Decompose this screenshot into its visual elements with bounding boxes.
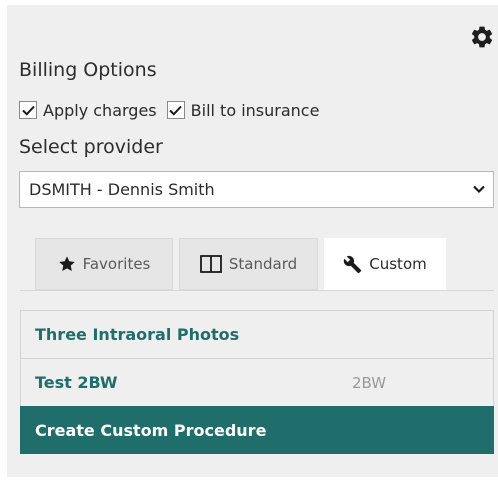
gear-icon[interactable] (469, 24, 495, 50)
tab-standard[interactable]: Standard (179, 238, 318, 290)
tab-divider (20, 290, 494, 291)
provider-selected-value: DSMITH - Dennis Smith (29, 180, 215, 199)
wrench-icon (344, 255, 362, 273)
select-provider-title: Select provider (19, 136, 163, 158)
list-item[interactable]: Test 2BW 2BW (20, 358, 494, 406)
procedure-tabs: Favorites Standard Custom (35, 238, 446, 290)
chevron-down-icon (473, 185, 485, 194)
bill-to-insurance-label[interactable]: Bill to insurance (191, 101, 320, 120)
tab-custom-label: Custom (369, 255, 427, 273)
bill-to-insurance-checkbox[interactable] (166, 101, 185, 119)
tab-standard-label: Standard (228, 255, 298, 273)
procedure-name: Three Intraoral Photos (35, 325, 240, 344)
billing-checkboxes: Apply charges Bill to insurance (19, 98, 329, 122)
billing-panel: Billing Options Apply charges Bill to in… (7, 5, 498, 477)
create-custom-procedure-label: Create Custom Procedure (35, 420, 267, 440)
provider-select[interactable]: DSMITH - Dennis Smith (19, 171, 494, 208)
tab-favorites[interactable]: Favorites (35, 238, 173, 290)
procedure-name: Test 2BW (35, 373, 118, 392)
checkmark-icon (21, 105, 35, 116)
tab-custom[interactable]: Custom (324, 238, 446, 290)
create-custom-procedure-button[interactable]: Create Custom Procedure (20, 406, 494, 454)
book-icon (199, 255, 222, 273)
procedure-code: 2BW (352, 373, 387, 392)
billing-options-title: Billing Options (19, 59, 157, 81)
apply-charges-label[interactable]: Apply charges (43, 101, 157, 120)
apply-charges-checkbox[interactable] (19, 101, 37, 119)
star-icon (58, 256, 75, 271)
checkmark-icon (169, 105, 182, 116)
tab-favorites-label: Favorites (82, 255, 151, 273)
procedure-list: Three Intraoral Photos Test 2BW 2BW Crea… (20, 310, 494, 454)
list-item[interactable]: Three Intraoral Photos (20, 310, 494, 358)
